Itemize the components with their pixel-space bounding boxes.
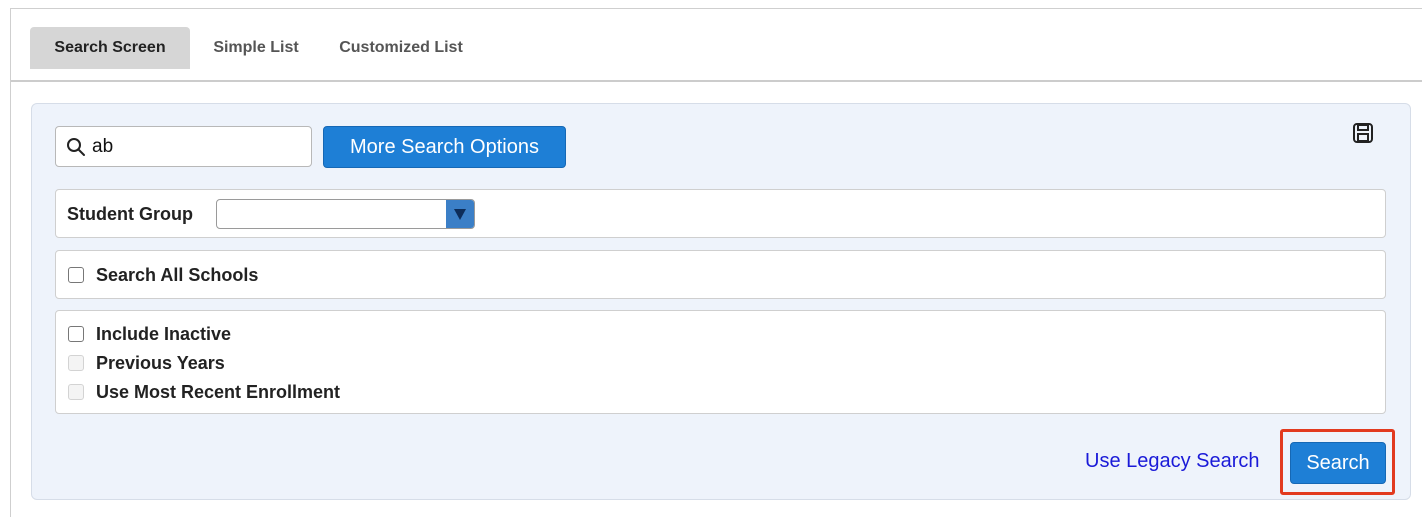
search-all-schools-label: Search All Schools (96, 265, 259, 285)
save-icon[interactable] (1352, 122, 1374, 144)
student-group-select[interactable] (216, 199, 475, 229)
search-all-schools-checkbox[interactable] (68, 267, 84, 283)
search-button[interactable]: Search (1290, 442, 1386, 484)
tab-bar: Search Screen Simple List Customized Lis… (11, 9, 1422, 82)
tab-customized-list[interactable]: Customized List (316, 27, 486, 69)
more-search-options-button[interactable]: More Search Options (323, 126, 566, 168)
frame-left-border (10, 8, 11, 517)
tab-simple-list[interactable]: Simple List (197, 27, 315, 69)
student-group-row: Student Group (55, 189, 1386, 238)
student-group-label: Student Group (67, 204, 193, 224)
use-legacy-search-link[interactable]: Use Legacy Search (1085, 450, 1260, 473)
search-input[interactable] (90, 133, 300, 161)
include-inactive-label: Include Inactive (96, 324, 232, 344)
previous-years-checkbox (68, 355, 84, 371)
tab-search-screen[interactable]: Search Screen (30, 27, 190, 69)
search-icon (67, 138, 85, 156)
include-inactive-checkbox[interactable] (68, 326, 84, 342)
use-most-recent-enrollment-checkbox (68, 384, 84, 400)
chevron-down-icon[interactable] (446, 200, 474, 228)
use-most-recent-enrollment-label: Use Most Recent Enrollment (96, 382, 341, 402)
search-panel: More Search Options Student Group Search… (31, 103, 1411, 500)
search-all-schools-row: Search All Schools (55, 250, 1386, 299)
enrollment-options-row: Include Inactive Previous Years Use Most… (55, 310, 1386, 414)
previous-years-label: Previous Years (96, 353, 225, 373)
search-field[interactable] (55, 126, 312, 167)
